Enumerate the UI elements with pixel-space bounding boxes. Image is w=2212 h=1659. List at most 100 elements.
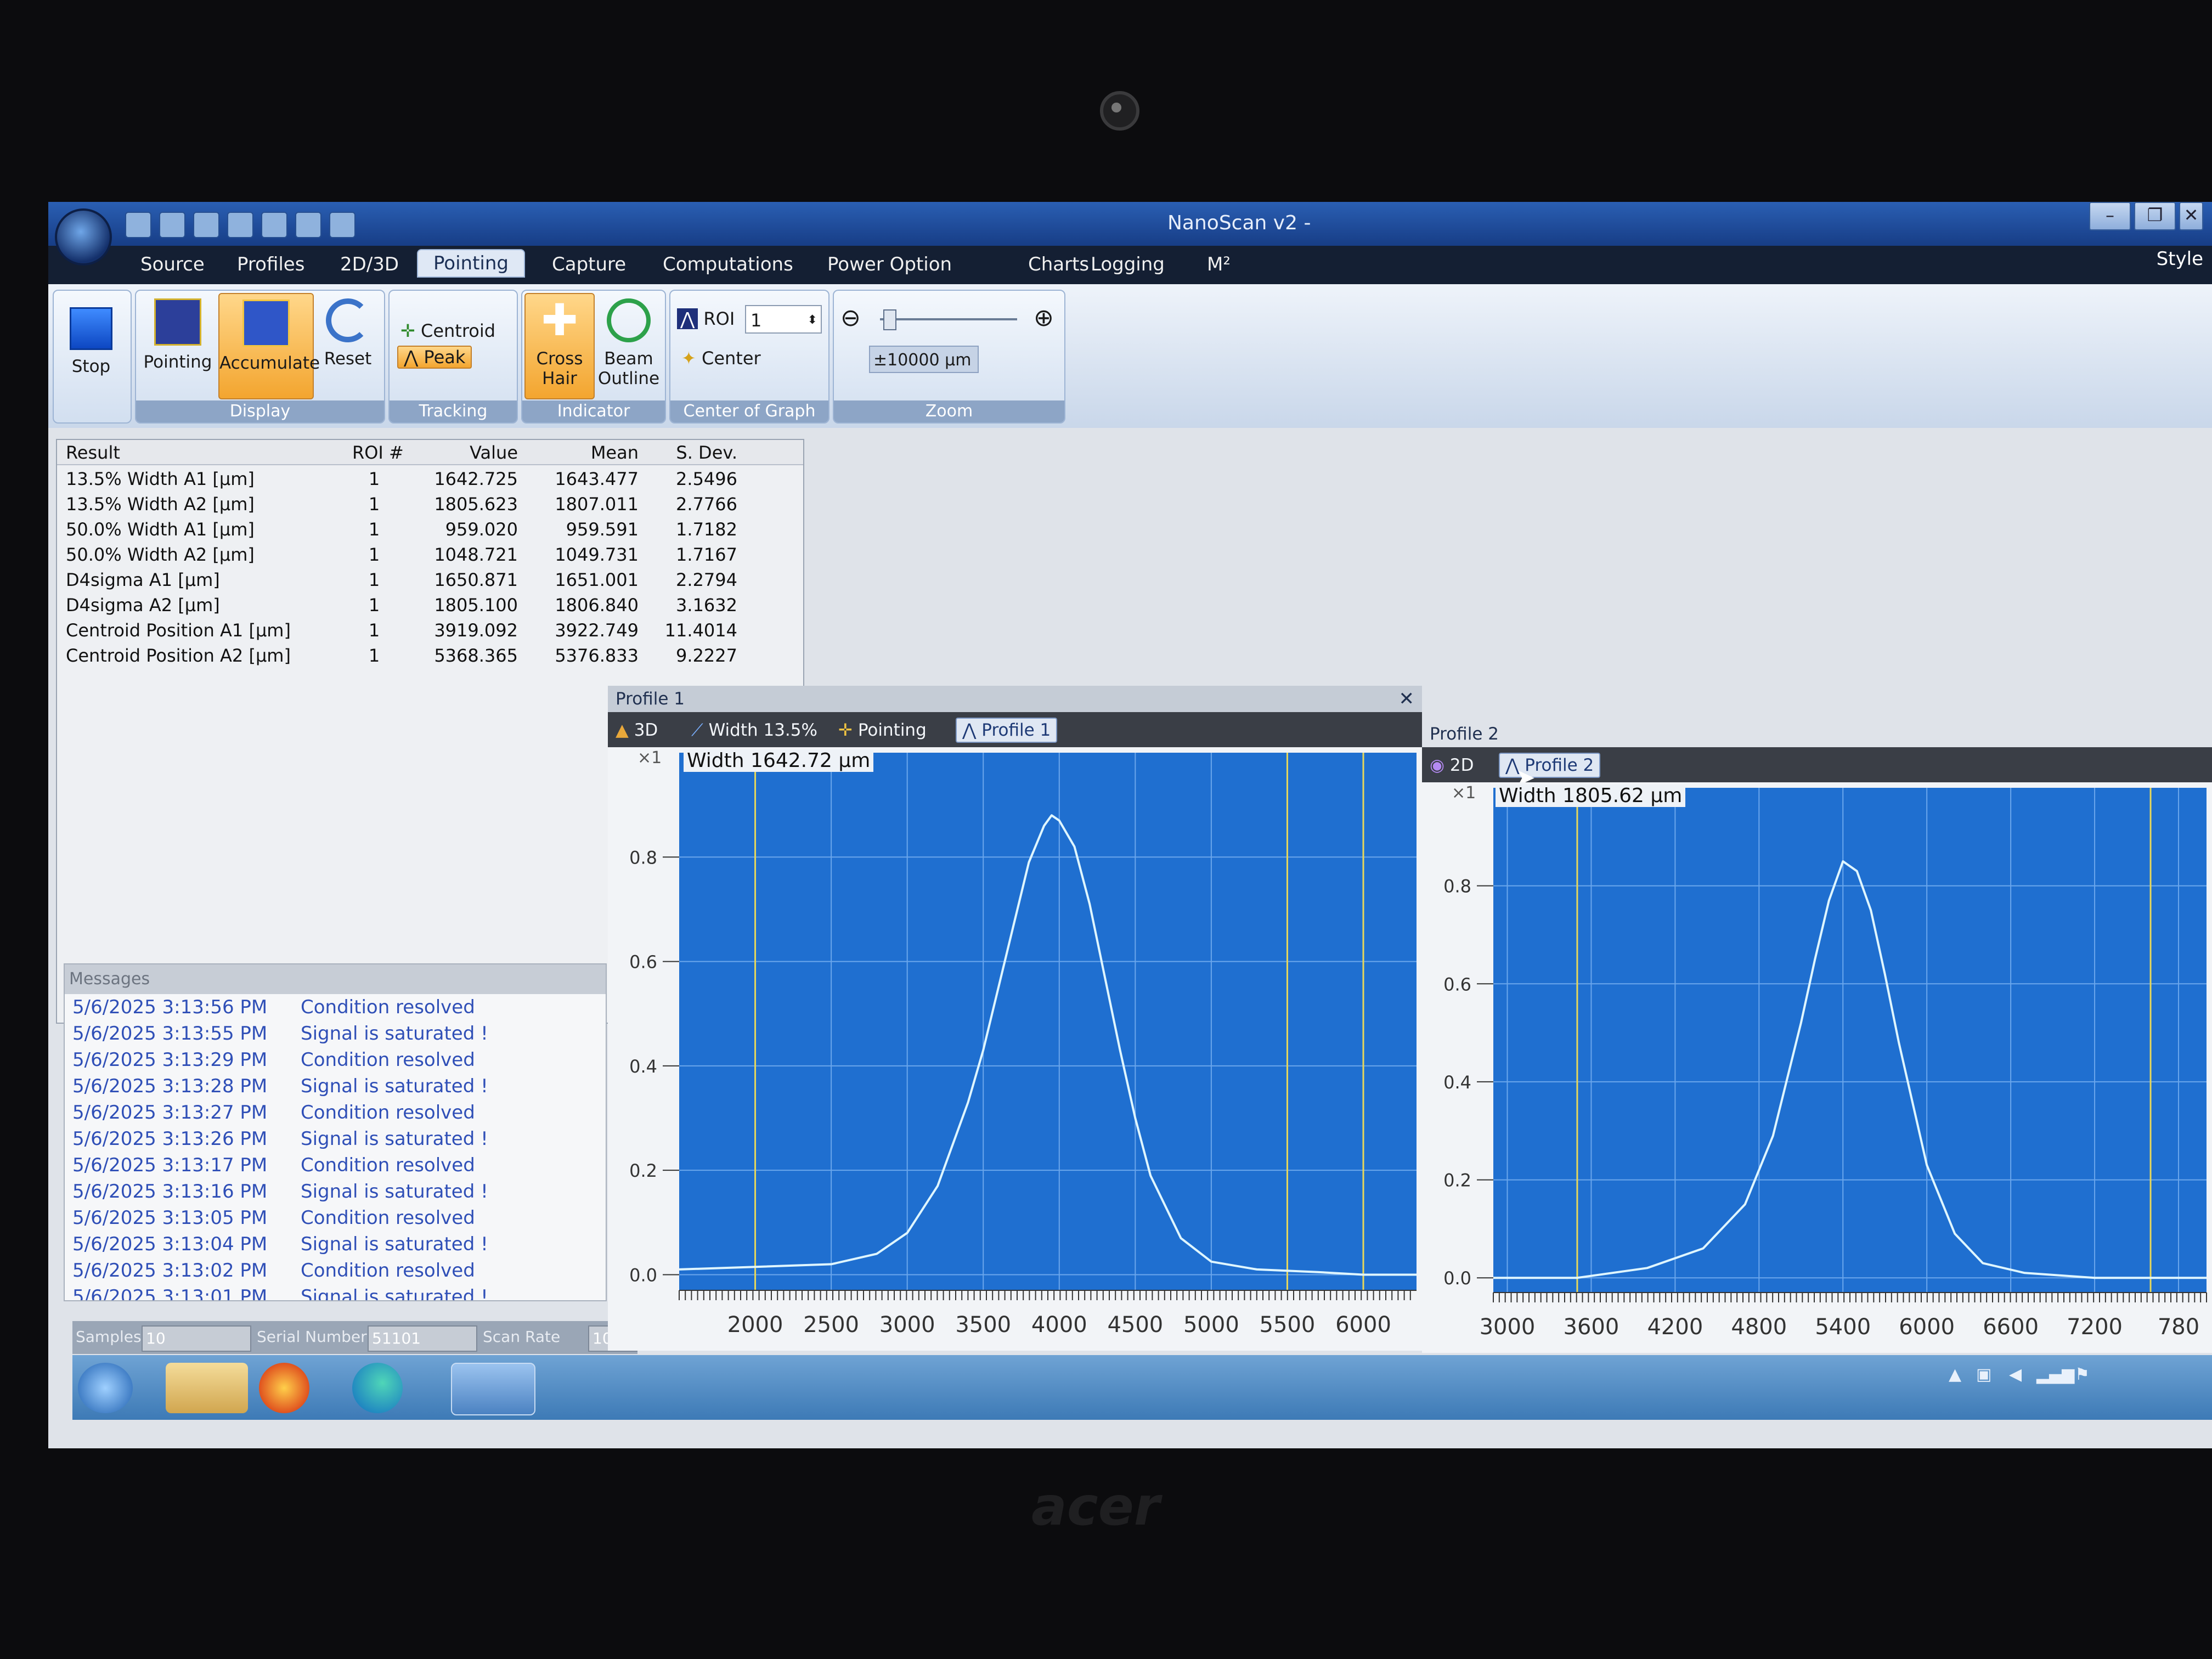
tab-m2[interactable]: M² xyxy=(1207,253,1231,275)
col-value[interactable]: Value xyxy=(419,442,518,463)
tab-pointing[interactable]: Pointing xyxy=(417,249,525,278)
3d-icon: ▲ xyxy=(616,720,629,740)
x-tick-label: 6000 xyxy=(1899,1314,1955,1340)
reset-button[interactable]: Reset xyxy=(315,298,381,369)
tab-profiles[interactable]: Profiles xyxy=(237,253,304,275)
tab-width[interactable]: ⟋ Width 13.5% xyxy=(691,719,817,742)
table-row[interactable]: Centroid Position A1 [µm] 1 3919.092 3922.7… xyxy=(57,620,803,645)
tab-profile-2[interactable]: ⋀ Profile 2 xyxy=(1499,753,1601,778)
tab-3d[interactable]: ▲ 3D xyxy=(616,719,658,742)
zoom-group: ⊖ ⊕ ±10000 µm Zoom xyxy=(833,290,1065,424)
x-tick-label: 3500 xyxy=(955,1312,1011,1338)
y-tick-label: 0.0 xyxy=(629,1265,657,1285)
col-sdev[interactable]: S. Dev. xyxy=(650,442,737,463)
serial-field[interactable]: 51101 xyxy=(368,1325,477,1352)
close-icon[interactable]: ✕ xyxy=(1399,686,1415,712)
col-mean[interactable]: Mean xyxy=(540,442,639,463)
tab-charts[interactable]: Charts xyxy=(1028,253,1089,275)
tab-source[interactable]: Source xyxy=(140,253,205,275)
tab-profile-1[interactable]: ⋀ Profile 1 xyxy=(956,718,1058,743)
network-icon[interactable]: ▣ xyxy=(1976,1365,1991,1384)
target-icon[interactable] xyxy=(261,212,287,238)
table-row[interactable]: Centroid Position A2 [µm] 1 5368.365 5376.8… xyxy=(57,645,803,670)
tab-pointing-view[interactable]: ✛ Pointing xyxy=(838,719,927,742)
camera-icon[interactable] xyxy=(295,212,321,238)
volume-icon[interactable]: ◀ xyxy=(2009,1365,2022,1384)
acer-logo: acer xyxy=(1031,1476,1160,1537)
x-tick-label: 5000 xyxy=(1183,1312,1239,1338)
tab-computations[interactable]: Computations xyxy=(663,253,793,275)
zoom-slider[interactable] xyxy=(880,318,1017,320)
tab-capture[interactable]: Capture xyxy=(552,253,626,275)
monitor-screen: NanoScan v2 - – ❐ ✕ Source Profiles 2D/3… xyxy=(48,202,2212,1448)
x-tick-label: 3000 xyxy=(1480,1314,1536,1340)
col-roi[interactable]: ROI # xyxy=(352,442,404,463)
y-tick-label: 0.8 xyxy=(1443,876,1471,897)
center-of-graph-group: ⋀ ROI 1 ⬍ ✦ Center Center of Graph xyxy=(669,290,830,424)
spinner-arrows-icon[interactable]: ⬍ xyxy=(808,306,817,335)
action-center-icon[interactable]: ⚑ xyxy=(2075,1365,2090,1384)
profile1-title: Profile 1 xyxy=(616,689,685,709)
profile-a-icon[interactable] xyxy=(193,212,219,238)
open-icon[interactable] xyxy=(125,212,151,238)
title-bar: NanoScan v2 - – ❐ ✕ xyxy=(48,202,2212,246)
profile-b-icon[interactable] xyxy=(227,212,253,238)
minimize-icon[interactable]: – xyxy=(2089,202,2131,230)
x-tick-label: 3000 xyxy=(879,1312,935,1338)
center-button[interactable]: ✦ Center xyxy=(681,348,761,369)
style-menu[interactable]: Style xyxy=(2157,248,2203,270)
tab-2d[interactable]: ◉ 2D xyxy=(1430,754,1474,777)
stop-button[interactable]: Stop xyxy=(64,307,119,376)
signal-icon[interactable]: ▂▄▆ xyxy=(2036,1365,2074,1384)
cross-hair-button[interactable]: ✚ Cross Hair xyxy=(524,293,595,399)
pointing-button[interactable]: Pointing xyxy=(139,298,216,372)
tracking-group-title: Tracking xyxy=(390,400,517,422)
roi-icon: ⋀ xyxy=(677,308,698,329)
settings-icon[interactable] xyxy=(329,212,356,238)
accumulate-button[interactable]: Accumulate xyxy=(218,293,320,399)
tracking-group: ✛ Centroid ⋀ Peak Tracking xyxy=(388,290,518,424)
webcam-lens xyxy=(1111,103,1121,112)
table-row[interactable]: 50.0% Width A1 [µm] 1 959.020 959.591 1.7182 xyxy=(57,519,803,544)
profile1-chart[interactable]: 2000 2500 3000 3500 4000 4500 5000 5500 6000 0.0 0… xyxy=(608,747,1422,1351)
table-row[interactable]: D4sigma A2 [µm] 1 1805.100 1806.840 3.1632 xyxy=(57,595,803,620)
indicator-group-title: Indicator xyxy=(522,400,665,422)
profile1-plot: 2000 2500 3000 3500 4000 4500 5000 5500 6000 0.0 0… xyxy=(608,747,1422,1351)
x-tick-label: 2500 xyxy=(803,1312,859,1338)
tray-arrow-icon[interactable]: ▲ xyxy=(1949,1365,1961,1384)
table-row[interactable]: 50.0% Width A2 [µm] 1 1048.721 1049.731 1.71… xyxy=(57,544,803,569)
restore-icon[interactable]: ❐ xyxy=(2134,202,2176,230)
profile2-chart[interactable]: 3000 3600 4200 4800 5400 6000 6600 7200 780 0.0 0.… xyxy=(1422,782,2212,1353)
zoom-in-icon[interactable]: ⊕ xyxy=(1034,304,1054,332)
beam-outline-button[interactable]: Beam Outline xyxy=(595,298,663,388)
y-tick-label: 0.6 xyxy=(1443,974,1471,995)
nanoscan-taskbar-icon[interactable] xyxy=(451,1363,535,1415)
samples-field[interactable]: 10 xyxy=(142,1325,251,1352)
roi-spinner[interactable]: 1 ⬍ xyxy=(745,305,822,334)
firefox-icon[interactable] xyxy=(259,1363,309,1413)
tab-logging[interactable]: Logging xyxy=(1091,253,1165,275)
zoom-range-field[interactable]: ±10000 µm xyxy=(869,346,979,373)
x-tick-label: 6000 xyxy=(1335,1312,1391,1338)
tab-power-option[interactable]: Power Option xyxy=(827,253,952,275)
save-icon[interactable] xyxy=(159,212,185,238)
table-row[interactable]: D4sigma A1 [µm] 1 1650.871 1651.001 2.2794 xyxy=(57,569,803,595)
centroid-option[interactable]: ✛ Centroid xyxy=(400,320,495,341)
start-button[interactable] xyxy=(78,1363,133,1413)
edge-icon[interactable] xyxy=(352,1363,403,1413)
app-menu-button[interactable] xyxy=(55,208,112,266)
file-explorer-icon[interactable] xyxy=(166,1363,248,1413)
tab-2d-3d[interactable]: 2D/3D xyxy=(340,253,399,275)
y-tick-label: 0.2 xyxy=(1443,1170,1471,1191)
y-tick-label: 0.4 xyxy=(1443,1072,1471,1093)
table-row[interactable]: 13.5% Width A1 [µm] 1 1642.725 1643.477 2.54… xyxy=(57,469,803,494)
roi-label: ⋀ ROI xyxy=(677,308,735,329)
peak-option[interactable]: ⋀ Peak xyxy=(397,346,472,369)
taskbar: ▲ ▣ ◀ ▂▄▆ ⚑ xyxy=(72,1355,2212,1420)
col-result[interactable]: Result xyxy=(66,442,120,463)
zoom-out-icon[interactable]: ⊖ xyxy=(840,304,861,332)
close-icon[interactable]: ✕ xyxy=(2179,202,2203,230)
zoom-slider-thumb[interactable] xyxy=(883,309,896,330)
refresh-icon xyxy=(326,298,370,342)
table-row[interactable]: 13.5% Width A2 [µm] 1 1805.623 1807.011 2.77… xyxy=(57,494,803,519)
